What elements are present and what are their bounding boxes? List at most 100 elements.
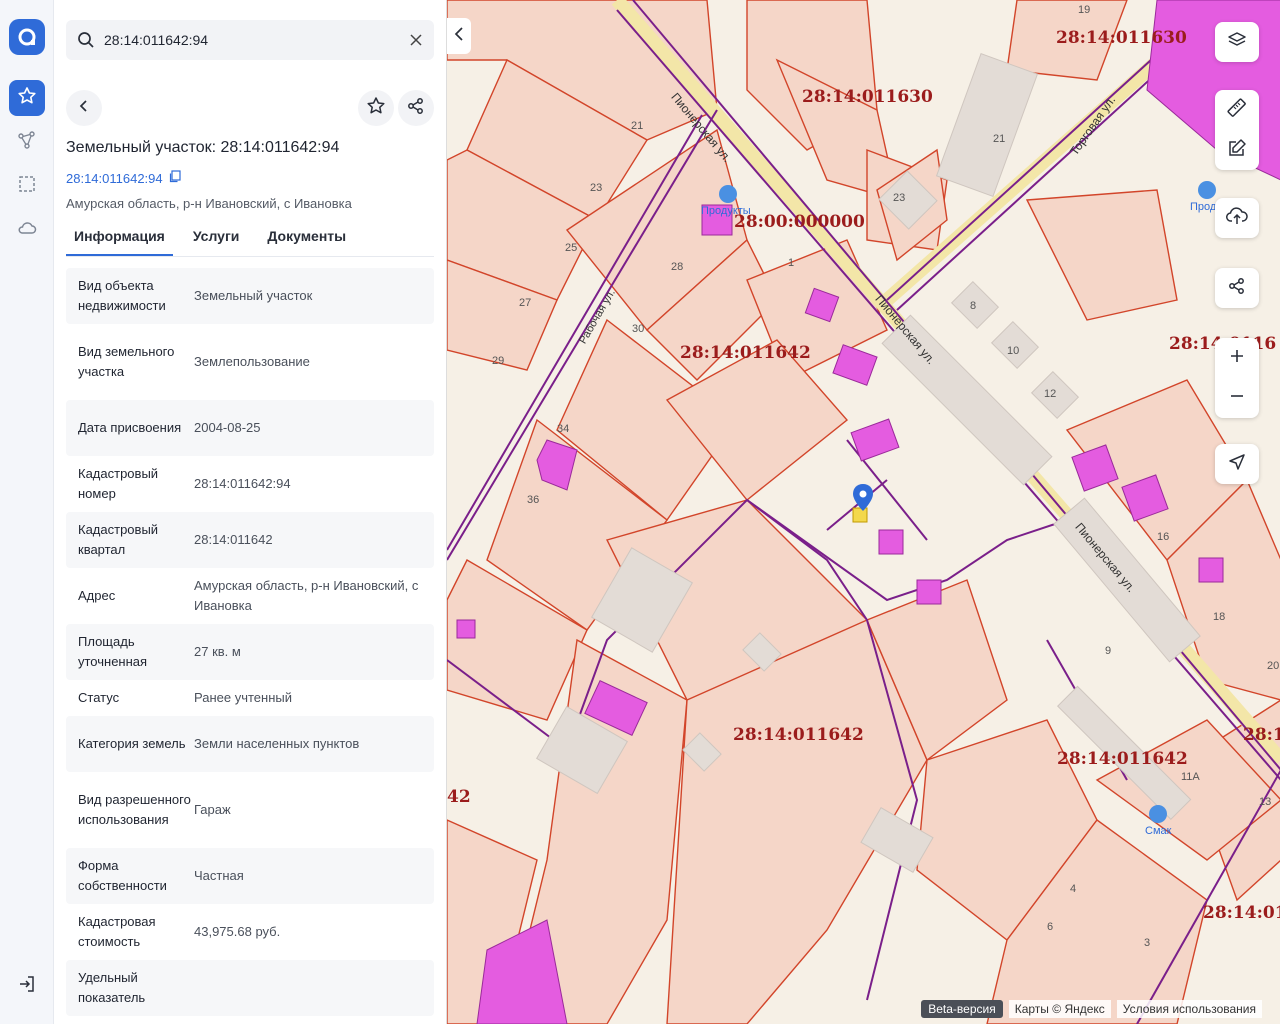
- share-icon: [407, 97, 425, 120]
- property-key: Кадастровый квартал: [78, 522, 159, 557]
- tab-services[interactable]: Услуги: [185, 222, 248, 256]
- property-value: Гараж: [194, 802, 231, 817]
- property-key: Статус: [78, 690, 120, 705]
- table-row: Вид разрешенного использования Гараж: [66, 772, 434, 848]
- route-icon: [17, 130, 37, 155]
- object-address: Амурская область, р-н Ивановский, с Иван…: [66, 196, 352, 211]
- property-value: Землепользование: [194, 354, 310, 369]
- property-key: Вид разрешенного использования: [78, 792, 191, 827]
- table-row: Форма собственности Частная: [66, 848, 434, 904]
- map-view[interactable]: 28:14:011630 28:14:011630 28:00:000000 2…: [446, 0, 1280, 1024]
- zoom-in-button[interactable]: [1215, 338, 1259, 378]
- map-copyright[interactable]: Карты © Яндекс: [1008, 1000, 1111, 1018]
- info-panel: Земельный участок: 28:14:011642:94 28:14…: [54, 0, 446, 1024]
- share-button[interactable]: [398, 90, 434, 126]
- tab-divider: [66, 256, 434, 257]
- property-key: Вид объекта недвижимости: [78, 278, 166, 313]
- cadastral-link[interactable]: 28:14:011642:94: [66, 170, 182, 186]
- copy-icon[interactable]: [169, 170, 182, 186]
- layers-button[interactable]: [1215, 22, 1259, 62]
- table-row: Кадастровый квартал 28:14:011642: [66, 512, 434, 568]
- property-key: Кадастровая стоимость: [78, 914, 156, 949]
- layers-control: [1215, 22, 1259, 62]
- logo-icon[interactable]: [9, 19, 45, 55]
- property-value: 43,975.68 руб.: [194, 924, 281, 939]
- property-key: Удельный показатель: [78, 970, 146, 1005]
- search-icon: [76, 30, 96, 55]
- table-row: Адрес Амурская область, р-н Ивановский, с…: [66, 568, 434, 624]
- table-row: Площадь уточненная 27 кв. м: [66, 624, 434, 680]
- select-area-button[interactable]: [9, 168, 45, 204]
- property-value: 27 кв. м: [194, 644, 241, 659]
- upload-icon: [1226, 206, 1248, 231]
- property-key: Категория земель: [78, 736, 186, 751]
- logout-icon: [17, 974, 37, 999]
- table-row: Категория земель Земли населенных пунктов: [66, 716, 434, 772]
- property-value: Частная: [194, 868, 244, 883]
- chevron-left-icon: [454, 26, 464, 46]
- cadastral-map[interactable]: [447, 0, 1280, 1024]
- tab-info[interactable]: Информация: [66, 222, 173, 256]
- layers-icon: [1227, 30, 1247, 55]
- property-value: 28:14:011642:94: [194, 476, 291, 491]
- property-value: 2004-08-25: [194, 420, 261, 435]
- property-key: Форма собственности: [78, 858, 167, 893]
- selected-parcel-marker[interactable]: [852, 484, 873, 523]
- share-control: [1215, 268, 1259, 308]
- locate-control: [1215, 444, 1259, 484]
- back-button[interactable]: [66, 90, 102, 126]
- star-icon: [17, 86, 37, 111]
- ruler-button[interactable]: [1215, 90, 1259, 130]
- property-key: Кадастровый номер: [78, 466, 159, 501]
- plus-icon: [1229, 348, 1245, 369]
- table-row: Кадастровый номер 28:14:011642:94: [66, 456, 434, 512]
- route-button[interactable]: [9, 124, 45, 160]
- star-icon: [366, 96, 386, 121]
- search-input[interactable]: [104, 20, 394, 60]
- locate-icon: [1228, 453, 1246, 476]
- ruler-icon: [1227, 97, 1247, 123]
- table-row: Дата присвоения 2004-08-25: [66, 400, 434, 456]
- favorites-button[interactable]: [9, 80, 45, 116]
- upload-button[interactable]: [1215, 198, 1259, 238]
- table-row: Статус Ранее учтенный: [66, 680, 434, 716]
- cloud-button[interactable]: [9, 212, 45, 248]
- select-area-icon: [18, 175, 36, 198]
- map-share-button[interactable]: [1215, 268, 1259, 308]
- property-value: Земельный участок: [194, 288, 313, 303]
- favorite-button[interactable]: [358, 90, 394, 126]
- collapse-panel-button[interactable]: [447, 18, 471, 54]
- terms-link[interactable]: Условия использования: [1116, 1000, 1262, 1018]
- table-row: Удельный показатель: [66, 960, 434, 1016]
- property-value: Ранее учтенный: [194, 690, 292, 705]
- close-icon[interactable]: [406, 30, 426, 50]
- locate-button[interactable]: [1215, 444, 1259, 484]
- tab-documents[interactable]: Документы: [259, 222, 354, 256]
- edit-icon: [1227, 138, 1247, 163]
- share-icon: [1228, 277, 1246, 300]
- zoom-control: [1215, 338, 1259, 418]
- table-row: Вид объекта недвижимости Земельный участо…: [66, 268, 434, 324]
- property-key: Площадь уточненная: [78, 634, 148, 669]
- zoom-out-button[interactable]: [1215, 378, 1259, 418]
- edit-button[interactable]: [1215, 130, 1259, 170]
- property-key: Дата присвоения: [78, 420, 182, 435]
- property-key: Вид земельного участка: [78, 344, 175, 379]
- cloud-icon: [17, 220, 37, 241]
- tools-control: [1215, 90, 1259, 170]
- tab-bar: Информация Услуги Документы: [66, 222, 366, 256]
- table-row: Вид земельного участка Землепользование: [66, 324, 434, 400]
- upload-control: [1215, 198, 1259, 238]
- property-value: Земли населенных пунктов: [194, 736, 360, 751]
- cadastral-number-link[interactable]: 28:14:011642:94: [66, 171, 163, 186]
- left-rail: [0, 0, 54, 1024]
- logout-button[interactable]: [9, 968, 45, 1004]
- map-footer: Beta-версия Карты © Яндекс Условия испол…: [921, 1000, 1262, 1018]
- properties-table: Вид объекта недвижимости Земельный участо…: [66, 268, 434, 1016]
- back-icon: [77, 99, 91, 118]
- page-title: Земельный участок: 28:14:011642:94: [66, 139, 340, 156]
- search-bar: [66, 20, 434, 60]
- app: Земельный участок: 28:14:011642:94 28:14…: [0, 0, 1280, 1024]
- minus-icon: [1229, 388, 1245, 409]
- beta-badge: Beta-версия: [921, 1000, 1003, 1018]
